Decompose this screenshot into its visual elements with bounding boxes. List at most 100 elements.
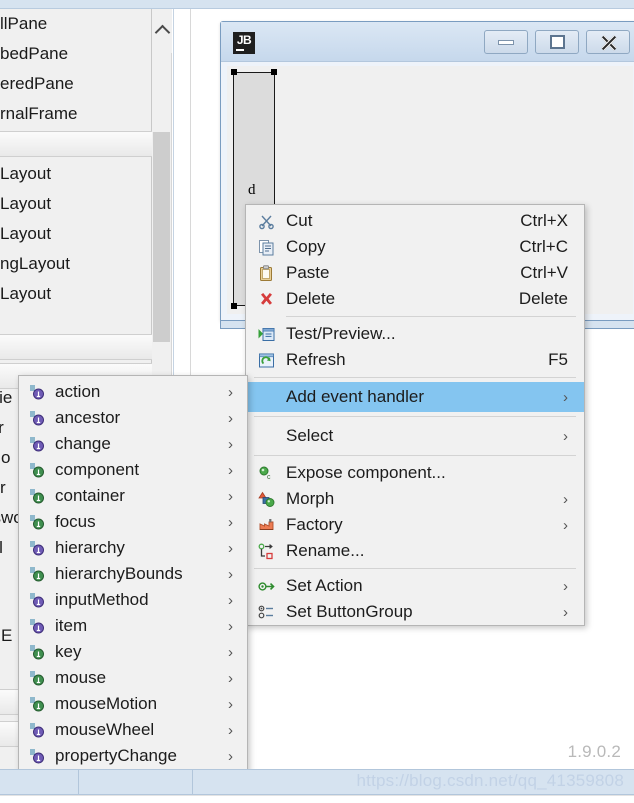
event-menu-item-key[interactable]: key › bbox=[19, 639, 247, 665]
chevron-right-icon: › bbox=[228, 461, 233, 479]
event-listener-blue-icon bbox=[19, 436, 55, 453]
event-menu-item-hierarchybounds[interactable]: hierarchyBounds › bbox=[19, 561, 247, 587]
menu-item-accelerator: Ctrl+X bbox=[520, 211, 568, 230]
minimize-button[interactable] bbox=[484, 30, 528, 54]
resize-handle-top-left[interactable] bbox=[231, 69, 237, 75]
event-listener-blue-icon bbox=[19, 410, 55, 427]
chevron-right-icon: › bbox=[228, 695, 233, 713]
event-listener-green-icon bbox=[19, 670, 55, 687]
set-buttongroup-icon bbox=[246, 602, 286, 622]
event-menu-item-label: focus bbox=[55, 512, 96, 531]
chevron-right-icon: › bbox=[228, 669, 233, 687]
menu-item-factory[interactable]: Factory › bbox=[246, 512, 584, 538]
palette-item[interactable]: llPane bbox=[0, 9, 47, 39]
menu-item-add-event-handler[interactable]: Add event handler › bbox=[246, 382, 584, 412]
menu-item-accelerator: Ctrl+V bbox=[520, 263, 568, 282]
event-menu-item-propertychange[interactable]: propertyChange › bbox=[19, 743, 247, 769]
preview-title-bar[interactable]: JB bbox=[221, 22, 634, 62]
event-listener-blue-icon bbox=[19, 748, 55, 765]
palette-item[interactable]: Layout bbox=[0, 159, 51, 189]
palette-item[interactable]: rnalFrame bbox=[0, 99, 77, 129]
palette-item[interactable]: orl bbox=[0, 533, 3, 563]
menu-item-delete[interactable]: Delete Delete bbox=[246, 286, 584, 312]
event-menu-item-item[interactable]: item › bbox=[19, 613, 247, 639]
menu-item-label: Set ButtonGroup bbox=[286, 602, 413, 621]
event-menu-item-label: container bbox=[55, 486, 125, 505]
maximize-button[interactable] bbox=[535, 30, 579, 54]
menu-item-test-preview[interactable]: Test/Preview... bbox=[246, 321, 584, 347]
event-listener-blue-icon bbox=[19, 540, 55, 557]
screenshot-root: llPane bedPane eredPane rnalFrame Layout… bbox=[0, 0, 634, 803]
refresh-icon bbox=[246, 350, 286, 370]
chevron-right-icon: › bbox=[563, 577, 568, 595]
menu-item-paste[interactable]: Paste Ctrl+V bbox=[246, 260, 584, 286]
palette-group-header[interactable] bbox=[0, 131, 152, 157]
menu-item-cut[interactable]: Cut Ctrl+X bbox=[246, 208, 584, 234]
watermark-text: https://blog.csdn.net/qq_41359808 bbox=[356, 771, 624, 790]
copy-icon bbox=[246, 237, 286, 257]
event-listener-green-icon bbox=[19, 462, 55, 479]
close-button[interactable] bbox=[586, 30, 630, 54]
event-menu-item-mousemotion[interactable]: mouseMotion › bbox=[19, 691, 247, 717]
close-icon bbox=[600, 34, 617, 51]
event-listener-blue-icon bbox=[19, 618, 55, 635]
palette-item[interactable]: Layout bbox=[0, 279, 51, 309]
chevron-up-icon bbox=[154, 24, 170, 41]
resize-handle-top-right[interactable] bbox=[271, 69, 277, 75]
palette-item[interactable]: bedPane bbox=[0, 39, 68, 69]
event-menu-item-change[interactable]: change › bbox=[19, 431, 247, 457]
menu-item-set-action[interactable]: Set Action › bbox=[246, 573, 584, 599]
palette-item[interactable]: tor bbox=[0, 413, 4, 443]
palette-item[interactable]: Layout bbox=[0, 219, 51, 249]
app-bottom-strip bbox=[0, 795, 634, 803]
chevron-right-icon: › bbox=[228, 591, 233, 609]
palette-item[interactable]: Layout bbox=[0, 189, 51, 219]
selection-rule-top bbox=[234, 72, 274, 73]
menu-separator bbox=[286, 316, 576, 317]
context-menu: Cut Ctrl+X Copy Ctrl+C Paste Ctrl+V Dele… bbox=[245, 204, 585, 626]
menu-item-copy[interactable]: Copy Ctrl+C bbox=[246, 234, 584, 260]
palette-item[interactable]: ngLayout bbox=[0, 249, 70, 279]
chevron-right-icon: › bbox=[228, 539, 233, 557]
svg-text:c: c bbox=[267, 474, 271, 481]
menu-item-morph[interactable]: Morph › bbox=[246, 486, 584, 512]
event-menu-item-mousewheel[interactable]: mouseWheel › bbox=[19, 717, 247, 743]
event-menu-item-ancestor[interactable]: ancestor › bbox=[19, 405, 247, 431]
status-bar-divider bbox=[78, 769, 79, 795]
menu-item-refresh[interactable]: Refresh F5 bbox=[246, 347, 584, 373]
menu-item-select[interactable]: Select › bbox=[246, 421, 584, 451]
set-action-icon bbox=[246, 576, 286, 596]
minimize-icon bbox=[498, 39, 514, 45]
factory-icon bbox=[246, 515, 286, 535]
palette-item[interactable]: eredPane bbox=[0, 69, 74, 99]
menu-item-label: Rename... bbox=[286, 541, 365, 560]
event-handler-submenu: action › ancestor › change › component ›… bbox=[18, 375, 248, 793]
menu-item-set-buttongroup[interactable]: Set ButtonGroup › bbox=[246, 599, 584, 625]
resize-handle-bottom-left[interactable] bbox=[231, 303, 237, 309]
event-menu-item-focus[interactable]: focus › bbox=[19, 509, 247, 535]
event-menu-item-label: component bbox=[55, 460, 140, 479]
palette-item[interactable]: ollE bbox=[0, 621, 12, 651]
palette-group-header[interactable] bbox=[0, 334, 152, 360]
palette-scroll-up-button[interactable] bbox=[152, 9, 172, 53]
chevron-right-icon: › bbox=[563, 490, 568, 508]
menu-item-label: Copy bbox=[286, 237, 326, 256]
event-menu-item-component[interactable]: component › bbox=[19, 457, 247, 483]
menu-item-expose-component[interactable]: c Expose component... bbox=[246, 460, 584, 486]
event-menu-item-inputmethod[interactable]: inputMethod › bbox=[19, 587, 247, 613]
event-menu-item-action[interactable]: action › bbox=[19, 379, 247, 405]
palette-item[interactable]: tAr bbox=[0, 473, 6, 503]
palette-item[interactable]: tFie bbox=[0, 383, 12, 413]
menu-item-label: Refresh bbox=[286, 350, 346, 369]
palette-item[interactable]: iolo bbox=[0, 443, 10, 473]
event-listener-blue-icon bbox=[19, 384, 55, 401]
menu-item-label: Expose component... bbox=[286, 463, 446, 482]
maximize-icon bbox=[549, 35, 565, 49]
event-menu-item-container[interactable]: container › bbox=[19, 483, 247, 509]
menu-item-rename[interactable]: Rename... bbox=[246, 538, 584, 564]
event-listener-blue-icon bbox=[19, 592, 55, 609]
event-menu-item-hierarchy[interactable]: hierarchy › bbox=[19, 535, 247, 561]
event-menu-item-mouse[interactable]: mouse › bbox=[19, 665, 247, 691]
chevron-right-icon: › bbox=[228, 435, 233, 453]
palette-scrollbar-thumb[interactable] bbox=[153, 132, 170, 342]
